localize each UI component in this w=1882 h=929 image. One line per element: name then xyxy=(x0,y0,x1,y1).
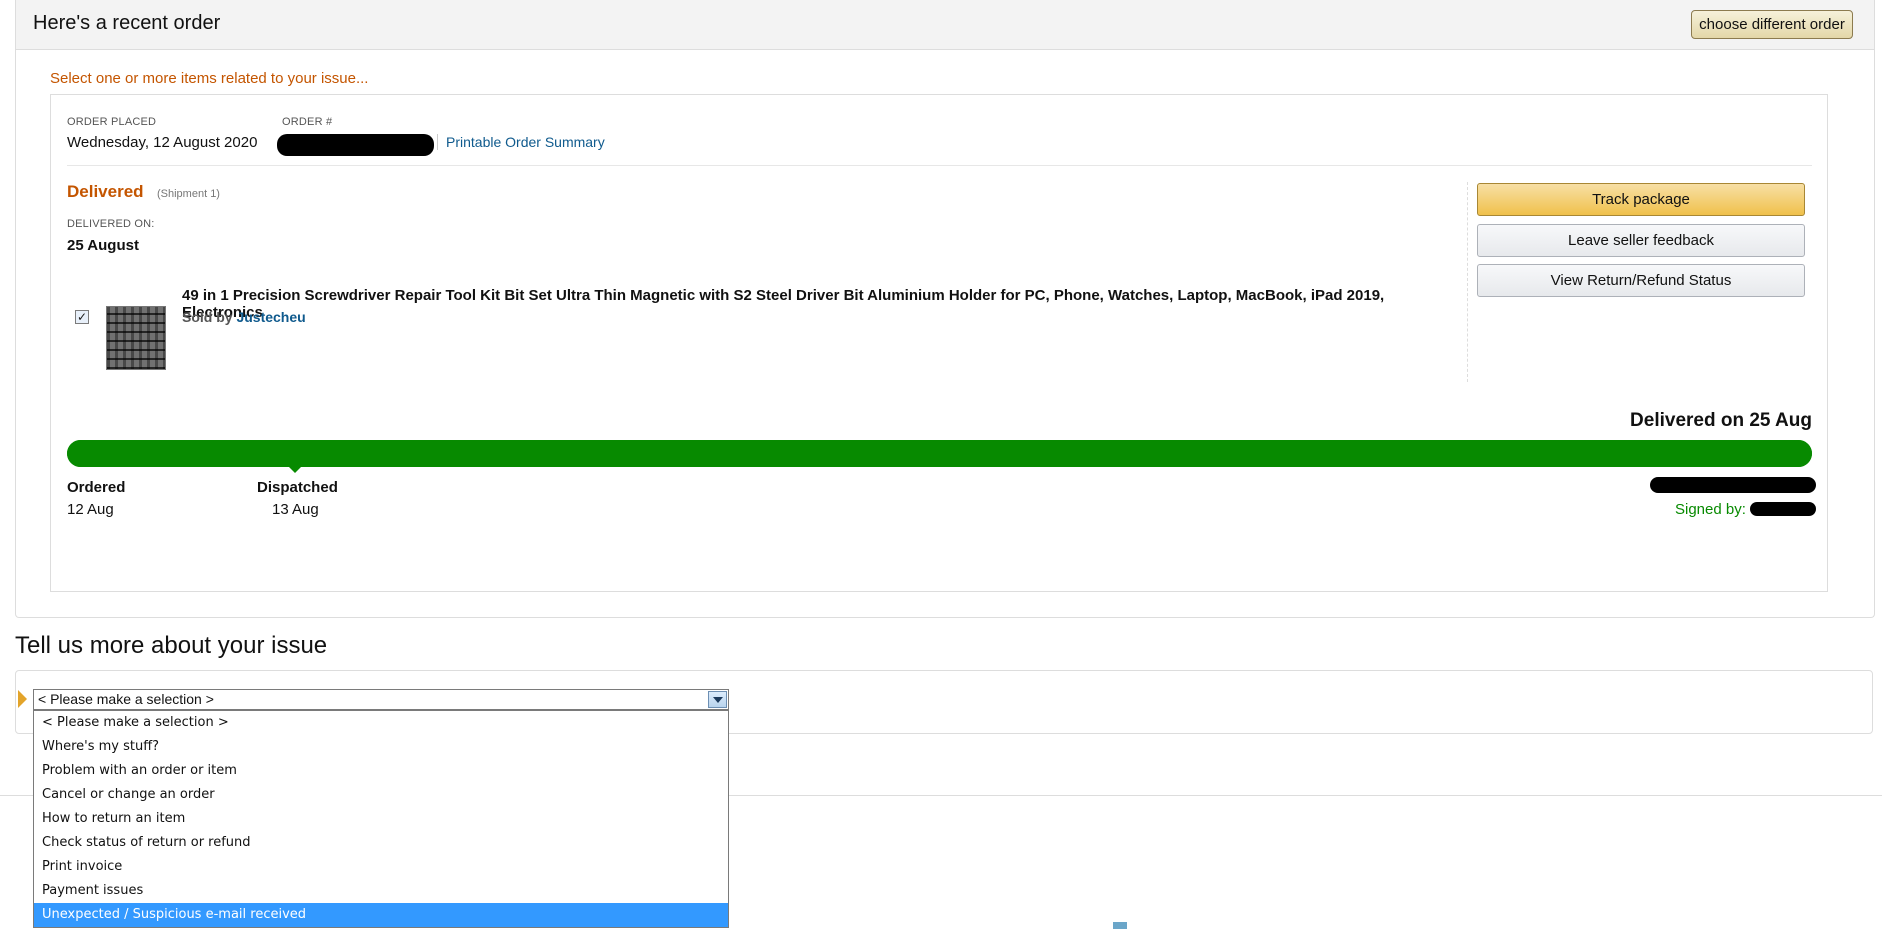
issue-select[interactable]: < Please make a selection > xyxy=(33,689,729,710)
delivery-headline: Delivered on 25 Aug xyxy=(1630,410,1812,431)
sold-by-label: Sold by xyxy=(182,309,233,325)
step-ordered-date: 12 Aug xyxy=(67,501,114,518)
track-package-button[interactable]: Track package xyxy=(1477,183,1805,216)
printable-order-summary-link[interactable]: Printable Order Summary xyxy=(446,134,605,150)
order-header-divider xyxy=(67,165,1812,166)
step-dispatched-label: Dispatched xyxy=(257,479,338,496)
dropdown-option[interactable]: Problem with an order or item xyxy=(34,759,728,783)
item-checkbox[interactable]: ✓ xyxy=(75,310,89,324)
signer-redacted xyxy=(1750,502,1816,516)
delivered-on-value: 25 August xyxy=(67,237,139,254)
leave-seller-feedback-button[interactable]: Leave seller feedback xyxy=(1477,224,1805,257)
required-arrow-icon xyxy=(18,690,27,708)
dropdown-option[interactable]: Cancel or change an order xyxy=(34,783,728,807)
step-ordered-label: Ordered xyxy=(67,479,126,496)
partial-icon xyxy=(1113,922,1127,929)
sold-by: Sold by Justecheu xyxy=(182,309,306,325)
dropdown-option[interactable]: Check status of return or refund xyxy=(34,831,728,855)
dropdown-option[interactable]: Payment issues xyxy=(34,879,728,903)
product-thumbnail[interactable] xyxy=(106,306,166,370)
seller-link[interactable]: Justecheu xyxy=(236,309,305,325)
view-return-refund-status-button[interactable]: View Return/Refund Status xyxy=(1477,264,1805,297)
order-placed-value: Wednesday, 12 August 2020 xyxy=(67,134,258,151)
shipment-label: (Shipment 1) xyxy=(157,188,220,200)
chevron-down-icon xyxy=(713,697,723,703)
order-number-redacted xyxy=(277,134,434,156)
signed-by-label: Signed by: xyxy=(1675,501,1746,518)
issue-section-title: Tell us more about your issue xyxy=(15,632,328,659)
separator xyxy=(437,134,438,150)
issue-select-value: < Please make a selection > xyxy=(38,691,214,707)
shipment-status: Delivered xyxy=(67,182,144,201)
product-title[interactable]: 49 in 1 Precision Screwdriver Repair Too… xyxy=(182,287,1462,321)
dropdown-option-highlighted[interactable]: Unexpected / Suspicious e-mail received xyxy=(34,903,728,927)
dropdown-option[interactable]: < Please make a selection > xyxy=(34,711,728,735)
panel-header: Here's a recent order choose different o… xyxy=(16,0,1874,50)
delivered-on-label: DELIVERED ON: xyxy=(67,218,155,230)
progress-marker-dispatched xyxy=(289,467,301,473)
step-dispatched-date: 13 Aug xyxy=(272,501,319,518)
dropdown-option[interactable]: Where's my stuff? xyxy=(34,735,728,759)
order-placed-label: ORDER PLACED xyxy=(67,116,157,128)
issue-dropdown-list[interactable]: < Please make a selection > Where's my s… xyxy=(33,710,729,928)
choose-different-order-button[interactable]: choose different order xyxy=(1691,10,1853,39)
progress-fill xyxy=(67,440,1812,467)
select-items-hint: Select one or more items related to your… xyxy=(50,70,369,87)
address-redacted xyxy=(1650,477,1816,493)
dropdown-option[interactable]: Print invoice xyxy=(34,855,728,879)
order-number-label: ORDER # xyxy=(282,116,333,128)
panel-title: Here's a recent order xyxy=(33,12,221,34)
progress-bar xyxy=(67,440,1812,467)
actions-separator xyxy=(1467,182,1468,382)
dropdown-option[interactable]: How to return an item xyxy=(34,807,728,831)
dropdown-toggle[interactable] xyxy=(708,691,727,708)
